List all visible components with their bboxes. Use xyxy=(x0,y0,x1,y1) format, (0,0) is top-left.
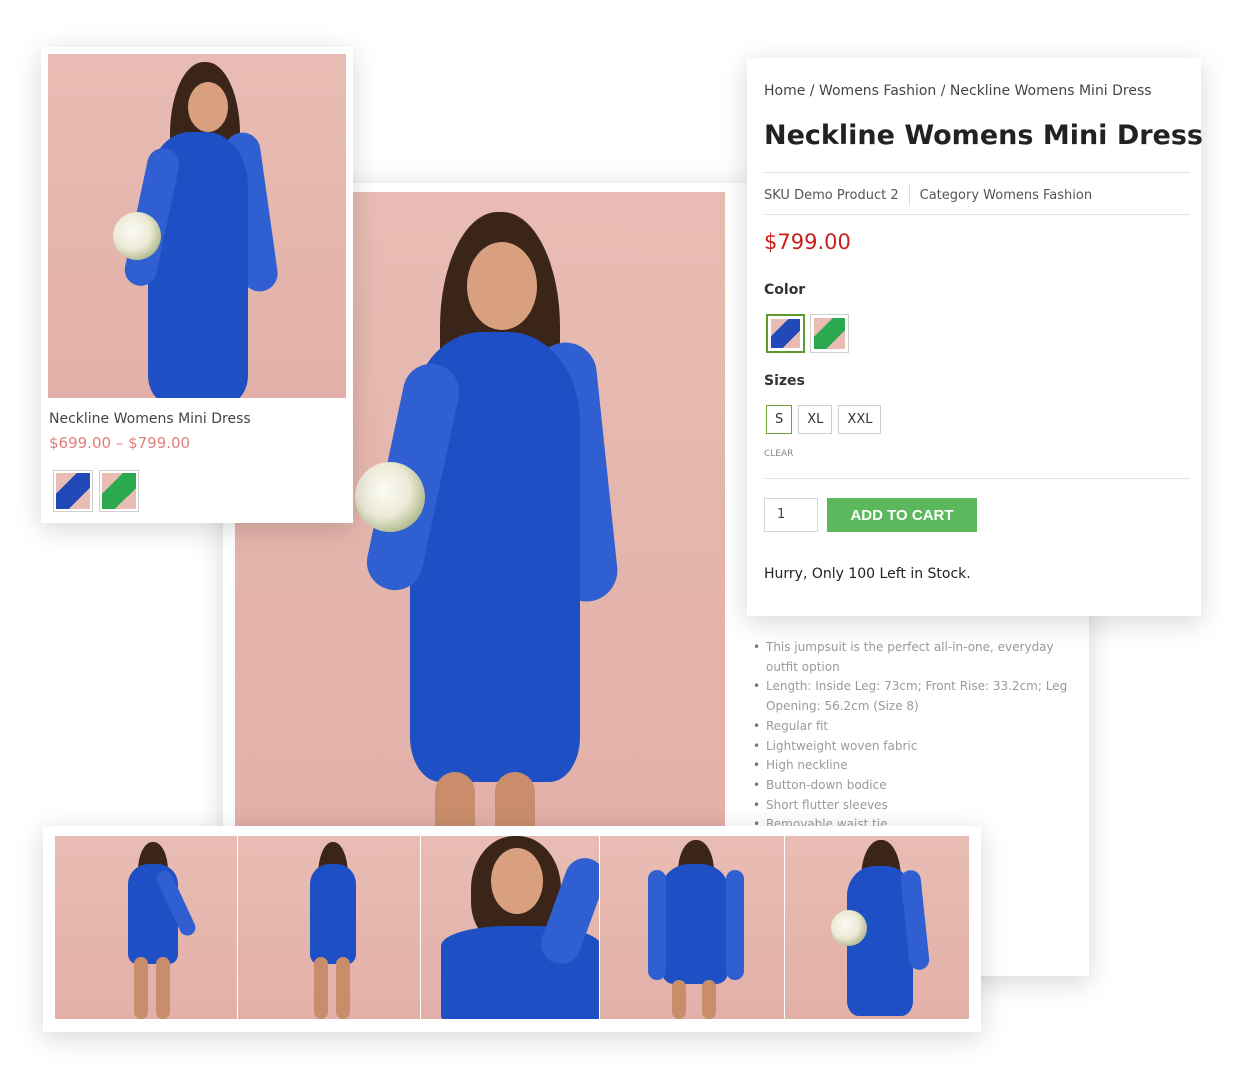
color-option-blue[interactable] xyxy=(766,314,805,353)
stock-notice: Hurry, Only 100 Left in Stock. xyxy=(764,566,971,582)
gallery-thumbnail[interactable] xyxy=(238,836,420,1019)
listing-swatch-blue[interactable] xyxy=(53,470,93,512)
breadcrumb: Home / Womens Fashion / Neckline Womens … xyxy=(764,83,1152,99)
breadcrumb-separator: / xyxy=(936,83,950,99)
gallery-thumbnail[interactable] xyxy=(55,836,237,1019)
divider xyxy=(764,214,1190,215)
size-options: S XL XXL xyxy=(766,405,882,434)
description-item: Button-down bodice xyxy=(750,776,1080,796)
product-title: Neckline Womens Mini Dress xyxy=(764,120,1204,151)
size-option-xl[interactable]: XL xyxy=(798,405,833,434)
listing-swatch-green[interactable] xyxy=(99,470,139,512)
gallery-thumbnail[interactable] xyxy=(421,836,599,1019)
gallery-thumbnail[interactable] xyxy=(785,836,969,1019)
description-item: Lightweight woven fabric xyxy=(750,737,1080,757)
breadcrumb-current: Neckline Womens Mini Dress xyxy=(949,83,1152,99)
description-item: Length: Inside Leg: 73cm; Front Rise: 33… xyxy=(750,677,1080,716)
divider xyxy=(764,172,1190,173)
listing-price-range: $699.00 – $799.00 xyxy=(49,434,191,452)
size-option-xxl[interactable]: XXL xyxy=(838,405,882,434)
color-option-green[interactable] xyxy=(810,314,849,353)
color-label: Color xyxy=(764,282,806,298)
gallery-thumbnail[interactable] xyxy=(600,836,784,1019)
thumbnail-strip-card xyxy=(43,826,981,1032)
description-item: This jumpsuit is the perfect all-in-one,… xyxy=(750,638,1080,677)
quantity-input[interactable]: 1 xyxy=(764,498,818,532)
category-value[interactable]: Womens Fashion xyxy=(983,188,1092,203)
listing-product-name[interactable]: Neckline Womens Mini Dress xyxy=(49,411,251,427)
breadcrumb-separator: / xyxy=(805,83,819,99)
meta-separator xyxy=(908,184,910,206)
add-to-cart-button[interactable]: ADD TO CART xyxy=(827,498,977,532)
size-option-s[interactable]: S xyxy=(766,405,793,434)
description-item: High neckline xyxy=(750,756,1080,776)
product-meta: SKU Demo Product 2 Category Womens Fashi… xyxy=(764,184,1092,206)
description-item: Regular fit xyxy=(750,717,1080,737)
listing-color-swatches xyxy=(53,470,139,512)
product-price: $799.00 xyxy=(764,230,851,254)
clear-selection-link[interactable]: CLEAR xyxy=(764,449,793,459)
color-options xyxy=(766,314,849,353)
description-area: This jumpsuit is the perfect all-in-one,… xyxy=(750,638,1090,828)
thumbnail-strip xyxy=(55,836,969,1019)
sku-value: Demo Product 2 xyxy=(794,187,899,203)
listing-product-image[interactable] xyxy=(48,54,346,398)
category-label: Category xyxy=(919,187,980,203)
breadcrumb-home[interactable]: Home xyxy=(764,83,805,99)
description-item: Short flutter sleeves xyxy=(750,796,1080,816)
product-detail-panel: Home / Womens Fashion / Neckline Womens … xyxy=(747,58,1204,616)
breadcrumb-category[interactable]: Womens Fashion xyxy=(819,83,936,99)
sku-label: SKU xyxy=(764,187,790,203)
product-listing-card[interactable]: Neckline Womens Mini Dress $699.00 – $79… xyxy=(41,47,353,523)
description-list: This jumpsuit is the perfect all-in-one,… xyxy=(750,638,1080,828)
sizes-label: Sizes xyxy=(764,373,805,389)
divider xyxy=(764,478,1190,479)
